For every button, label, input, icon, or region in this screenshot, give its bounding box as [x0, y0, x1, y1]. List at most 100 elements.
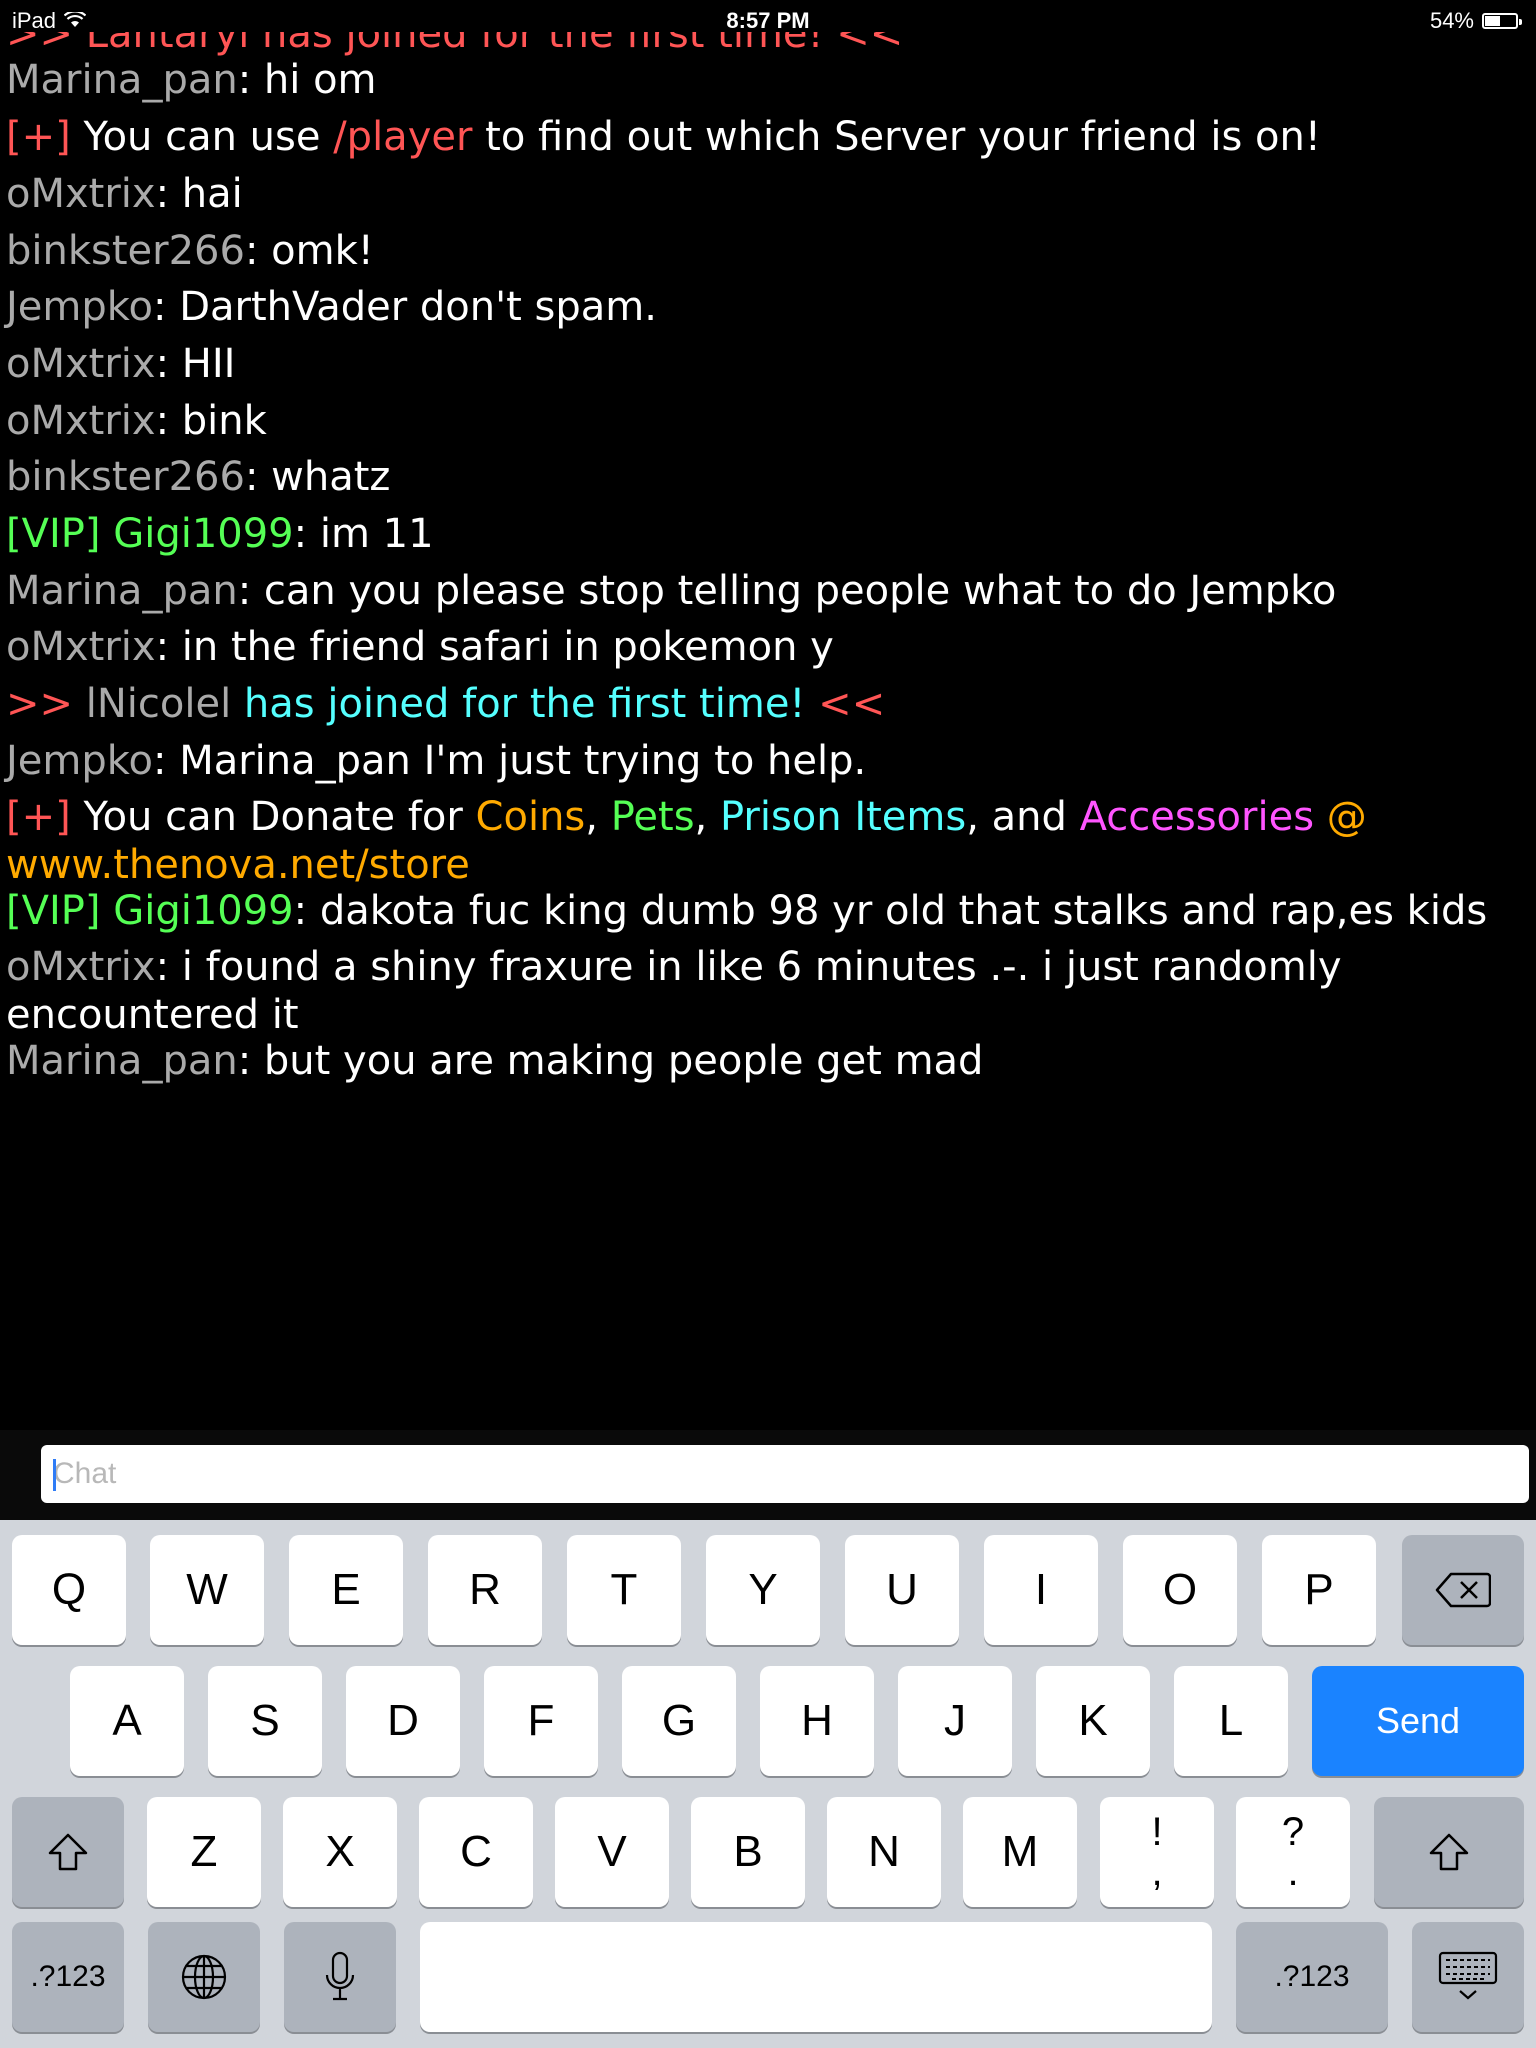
chat-message: oMxtrix: in the friend safari in pokemon…	[6, 624, 834, 670]
chat-message: binkster266: whatz	[6, 454, 391, 500]
shift-icon	[46, 1832, 90, 1872]
chat-message: binkster266: omk!	[6, 228, 374, 274]
chat-message: Jempko: DarthVader don't spam.	[6, 284, 657, 330]
tip-command: /player	[333, 114, 473, 160]
chat-message: Marina_pan: but you are making people ge…	[6, 1038, 984, 1084]
chat-username[interactable]: Jempko	[6, 738, 153, 784]
key-y[interactable]: Y	[706, 1535, 820, 1645]
key-e[interactable]: E	[289, 1535, 403, 1645]
chat-message: oMxtrix: HII	[6, 341, 236, 387]
chat-text: can you please stop telling people what …	[263, 568, 1337, 614]
chat-message: [VIP] Gigi1099: dakota fuc king dumb 98 …	[6, 888, 1488, 934]
chat-text: im 11	[319, 511, 434, 557]
space-bar[interactable]	[420, 1922, 1212, 2032]
chat-text: hai	[181, 171, 243, 217]
backspace-icon	[1435, 1572, 1491, 1608]
chat-message-tip: [+] You can use /player to find out whic…	[6, 114, 1321, 160]
numbers-key-right[interactable]: .?123	[1236, 1922, 1388, 2032]
shift-key-left[interactable]	[12, 1797, 124, 1907]
chat-text: Marina_pan I'm just trying to help.	[179, 738, 867, 784]
chat-username[interactable]: lNicolel	[73, 681, 244, 727]
join-text: has joined for the first time!	[243, 681, 806, 727]
store-link[interactable]: www.thenova.net/store	[6, 842, 470, 888]
chat-username[interactable]: binkster266	[6, 228, 245, 274]
chat-text: i found a shiny fraxure in like 6 minute…	[6, 944, 1342, 1038]
chat-username-vip[interactable]: [VIP] Gigi1099	[6, 511, 294, 557]
chat-message: Jempko: Marina_pan I'm just trying to he…	[6, 738, 867, 784]
key-h[interactable]: H	[760, 1666, 874, 1776]
key-g[interactable]: G	[622, 1666, 736, 1776]
chat-text: omk!	[271, 228, 374, 274]
chat-username[interactable]: oMxtrix	[6, 341, 156, 387]
tip-prefix: [+]	[6, 114, 71, 160]
key-b[interactable]: B	[691, 1797, 805, 1907]
chat-text: bink	[181, 398, 267, 444]
chat-username[interactable]: binkster266	[6, 454, 245, 500]
key-v[interactable]: V	[555, 1797, 669, 1907]
chat-username[interactable]: Marina_pan	[6, 57, 238, 103]
chat-username[interactable]: Jempko	[6, 284, 153, 330]
globe-icon	[180, 1953, 228, 2001]
chat-message: oMxtrix: hai	[6, 171, 243, 217]
chat-text: in the friend safari in pokemon y	[181, 624, 834, 670]
key-q[interactable]: Q	[12, 1535, 126, 1645]
chat-username[interactable]: oMxtrix	[6, 944, 156, 990]
chat-message: oMxtrix: i found a shiny fraxure in like…	[6, 944, 1342, 1038]
backspace-key[interactable]	[1402, 1535, 1524, 1645]
chat-username[interactable]: oMxtrix	[6, 171, 156, 217]
key-z[interactable]: Z	[147, 1797, 261, 1907]
chat-username[interactable]: oMxtrix	[6, 624, 156, 670]
key-j[interactable]: J	[898, 1666, 1012, 1776]
chat-text: dakota fuc king dumb 98 yr old that stal…	[319, 888, 1488, 934]
key-w[interactable]: W	[150, 1535, 264, 1645]
send-button[interactable]: Send	[1312, 1666, 1524, 1776]
key-f[interactable]: F	[484, 1666, 598, 1776]
chat-log: >> Lantaryi has joined for the first tim…	[0, 0, 1536, 1430]
chat-text: but you are making people get mad	[263, 1038, 984, 1084]
key-a[interactable]: A	[70, 1666, 184, 1776]
partial-join-message: >> Lantaryi has joined for the first tim…	[6, 11, 904, 57]
numbers-key-left[interactable]: .?123	[12, 1922, 124, 2032]
key-o[interactable]: O	[1123, 1535, 1237, 1645]
dictation-key[interactable]	[284, 1922, 396, 2032]
chat-username[interactable]: Marina_pan	[6, 568, 238, 614]
chat-text: whatz	[271, 454, 391, 500]
chat-message: [VIP] Gigi1099: im 11	[6, 511, 434, 557]
text-caret	[53, 1459, 56, 1491]
microphone-icon	[323, 1951, 357, 2003]
key-n[interactable]: N	[827, 1797, 941, 1907]
chat-message-join: >> lNicolel has joined for the first tim…	[6, 681, 886, 727]
key-exclamation-comma[interactable]: !,	[1100, 1797, 1214, 1907]
key-i[interactable]: I	[984, 1535, 1098, 1645]
shift-icon	[1427, 1832, 1471, 1872]
key-r[interactable]: R	[428, 1535, 542, 1645]
key-question-period[interactable]: ?.	[1236, 1797, 1350, 1907]
keyboard-dismiss-key[interactable]	[1412, 1922, 1524, 2032]
chat-username[interactable]: Marina_pan	[6, 1038, 238, 1084]
key-d[interactable]: D	[346, 1666, 460, 1776]
onscreen-keyboard: Q W E R T Y U I O P A S D F G H J K L Se…	[0, 1520, 1536, 2048]
tip-prefix: [+]	[6, 794, 71, 840]
chat-input-bar	[0, 1430, 1536, 1520]
chat-message: Marina_pan: can you please stop telling …	[6, 568, 1337, 614]
key-s[interactable]: S	[208, 1666, 322, 1776]
key-p[interactable]: P	[1262, 1535, 1376, 1645]
key-x[interactable]: X	[283, 1797, 397, 1907]
chat-message-tip: [+] You can Donate for Coins, Pets, Pris…	[6, 794, 1367, 888]
chat-text: DarthVader don't spam.	[179, 284, 657, 330]
key-u[interactable]: U	[845, 1535, 959, 1645]
chat-message: Marina_pan: hi om	[6, 57, 377, 103]
key-t[interactable]: T	[567, 1535, 681, 1645]
chat-text: HII	[181, 341, 236, 387]
key-c[interactable]: C	[419, 1797, 533, 1907]
chat-username[interactable]: oMxtrix	[6, 398, 156, 444]
keyboard-dismiss-icon	[1438, 1951, 1498, 2003]
chat-username-vip[interactable]: [VIP] Gigi1099	[6, 888, 294, 934]
key-l[interactable]: L	[1174, 1666, 1288, 1776]
shift-key-right[interactable]	[1374, 1797, 1524, 1907]
chat-text: hi om	[263, 57, 377, 103]
globe-key[interactable]	[148, 1922, 260, 2032]
key-m[interactable]: M	[963, 1797, 1077, 1907]
key-k[interactable]: K	[1036, 1666, 1150, 1776]
chat-input[interactable]	[41, 1445, 1529, 1503]
